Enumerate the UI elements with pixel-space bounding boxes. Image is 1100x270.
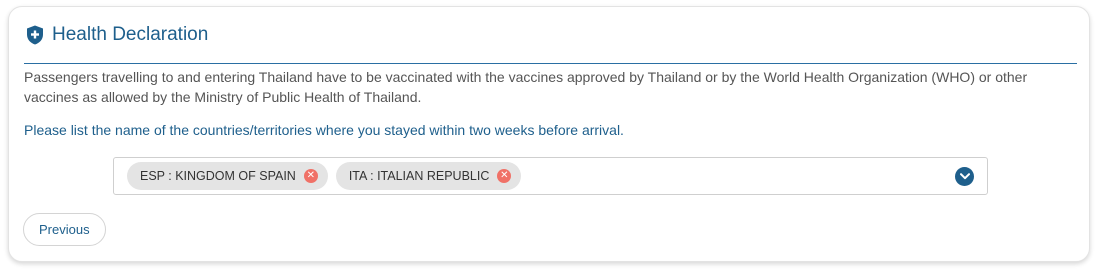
- country-tag: ITA : ITALIAN REPUBLIC ✕: [335, 162, 522, 190]
- remove-tag-icon[interactable]: ✕: [497, 169, 512, 183]
- remove-tag-icon[interactable]: ✕: [303, 169, 318, 183]
- shield-plus-icon: [26, 25, 44, 45]
- country-tag-label: ITA : ITALIAN REPUBLIC: [348, 169, 490, 183]
- page-title: Health Declaration: [52, 24, 209, 45]
- section-header: Health Declaration: [26, 24, 208, 46]
- chevron-down-icon[interactable]: [955, 167, 974, 186]
- health-declaration-card: Health Declaration Passengers travelling…: [8, 6, 1090, 262]
- country-tag: ESP : KINGDOM OF SPAIN ✕: [127, 162, 328, 190]
- vaccination-notice: Passengers travelling to and entering Th…: [24, 69, 1028, 105]
- previous-button[interactable]: Previous: [23, 213, 106, 246]
- countries-instruction: Please list the name of the countries/te…: [24, 122, 624, 138]
- country-tag-label: ESP : KINGDOM OF SPAIN: [140, 169, 296, 183]
- countries-multiselect[interactable]: ESP : KINGDOM OF SPAIN ✕ ITA : ITALIAN R…: [113, 157, 988, 195]
- header-divider: [24, 63, 1077, 64]
